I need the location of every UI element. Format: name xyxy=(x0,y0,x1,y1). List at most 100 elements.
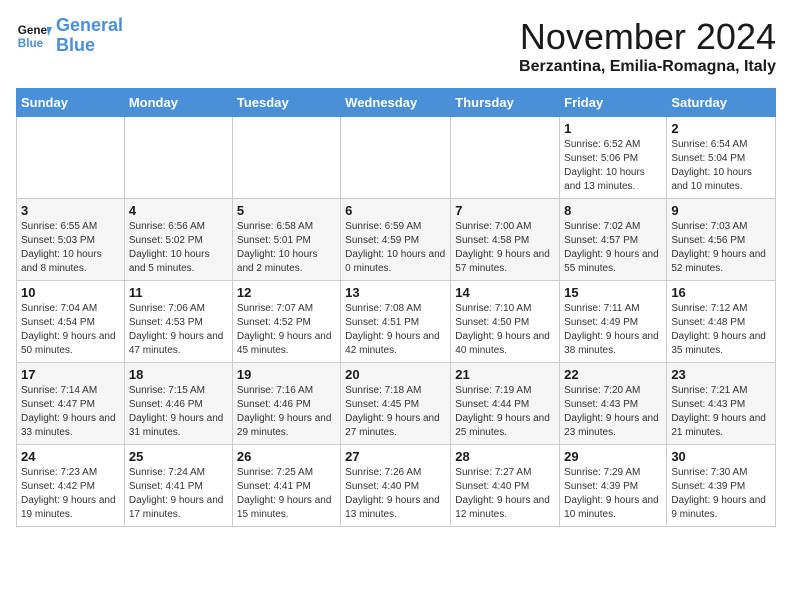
weekday-header-row: SundayMondayTuesdayWednesdayThursdayFrid… xyxy=(17,89,776,117)
calendar-cell: 22 Sunrise: 7:20 AM Sunset: 4:43 PM Dayli… xyxy=(560,363,667,445)
logo-icon: General Blue xyxy=(16,18,52,54)
day-number: 8 xyxy=(564,203,662,218)
day-info: Sunrise: 7:15 AM Sunset: 4:46 PM Dayligh… xyxy=(129,384,228,440)
day-info: Sunrise: 7:19 AM Sunset: 4:44 PM Dayligh… xyxy=(455,384,555,440)
day-number: 28 xyxy=(455,449,555,464)
weekday-header-thursday: Thursday xyxy=(451,89,560,117)
day-info: Sunrise: 7:20 AM Sunset: 4:43 PM Dayligh… xyxy=(564,384,662,440)
weekday-header-tuesday: Tuesday xyxy=(232,89,340,117)
day-info: Sunrise: 7:06 AM Sunset: 4:53 PM Dayligh… xyxy=(129,302,228,358)
day-number: 21 xyxy=(455,367,555,382)
calendar-cell xyxy=(341,117,451,199)
day-info: Sunrise: 7:24 AM Sunset: 4:41 PM Dayligh… xyxy=(129,466,228,522)
day-info: Sunrise: 7:10 AM Sunset: 4:50 PM Dayligh… xyxy=(455,302,555,358)
calendar-cell: 5 Sunrise: 6:58 AM Sunset: 5:01 PM Daylig… xyxy=(232,199,340,281)
calendar-cell: 16 Sunrise: 7:12 AM Sunset: 4:48 PM Dayli… xyxy=(667,281,776,363)
svg-text:Blue: Blue xyxy=(18,37,44,50)
calendar-cell: 8 Sunrise: 7:02 AM Sunset: 4:57 PM Daylig… xyxy=(560,199,667,281)
day-number: 10 xyxy=(21,285,120,300)
day-info: Sunrise: 7:00 AM Sunset: 4:58 PM Dayligh… xyxy=(455,220,555,276)
week-row-2: 3 Sunrise: 6:55 AM Sunset: 5:03 PM Daylig… xyxy=(17,199,776,281)
title-block: November 2024 Berzantina, Emilia-Romagna… xyxy=(519,16,776,76)
day-info: Sunrise: 7:27 AM Sunset: 4:40 PM Dayligh… xyxy=(455,466,555,522)
day-info: Sunrise: 7:21 AM Sunset: 4:43 PM Dayligh… xyxy=(671,384,771,440)
week-row-1: 1 Sunrise: 6:52 AM Sunset: 5:06 PM Daylig… xyxy=(17,117,776,199)
day-info: Sunrise: 7:03 AM Sunset: 4:56 PM Dayligh… xyxy=(671,220,771,276)
calendar-cell: 18Sunrise: 7:15 AM Sunset: 4:46 PM Dayli… xyxy=(124,363,232,445)
day-number: 5 xyxy=(237,203,336,218)
day-number: 26 xyxy=(237,449,336,464)
logo: General Blue General Blue xyxy=(16,16,123,56)
day-number: 29 xyxy=(564,449,662,464)
day-info: Sunrise: 7:23 AM Sunset: 4:42 PM Dayligh… xyxy=(21,466,120,522)
weekday-header-monday: Monday xyxy=(124,89,232,117)
calendar-cell: 17Sunrise: 7:14 AM Sunset: 4:47 PM Dayli… xyxy=(17,363,125,445)
day-number: 4 xyxy=(129,203,228,218)
day-info: Sunrise: 7:29 AM Sunset: 4:39 PM Dayligh… xyxy=(564,466,662,522)
day-number: 20 xyxy=(345,367,446,382)
day-info: Sunrise: 7:11 AM Sunset: 4:49 PM Dayligh… xyxy=(564,302,662,358)
calendar-cell: 27 Sunrise: 7:26 AM Sunset: 4:40 PM Dayli… xyxy=(341,445,451,527)
day-number: 24 xyxy=(21,449,120,464)
logo-general: General xyxy=(56,15,123,35)
day-info: Sunrise: 6:55 AM Sunset: 5:03 PM Dayligh… xyxy=(21,220,120,276)
day-info: Sunrise: 7:26 AM Sunset: 4:40 PM Dayligh… xyxy=(345,466,446,522)
calendar-cell: 12Sunrise: 7:07 AM Sunset: 4:52 PM Dayli… xyxy=(232,281,340,363)
calendar-cell: 28 Sunrise: 7:27 AM Sunset: 4:40 PM Dayli… xyxy=(451,445,560,527)
calendar-cell: 26 Sunrise: 7:25 AM Sunset: 4:41 PM Dayli… xyxy=(232,445,340,527)
logo-blue: Blue xyxy=(56,35,95,55)
day-number: 3 xyxy=(21,203,120,218)
day-info: Sunrise: 6:52 AM Sunset: 5:06 PM Dayligh… xyxy=(564,138,662,194)
calendar-cell xyxy=(451,117,560,199)
calendar-cell: 11 Sunrise: 7:06 AM Sunset: 4:53 PM Dayli… xyxy=(124,281,232,363)
calendar-cell: 19Sunrise: 7:16 AM Sunset: 4:46 PM Dayli… xyxy=(232,363,340,445)
header: General Blue General Blue November 2024 … xyxy=(16,16,776,76)
page: General Blue General Blue November 2024 … xyxy=(0,0,792,543)
calendar-cell: 1 Sunrise: 6:52 AM Sunset: 5:06 PM Daylig… xyxy=(560,117,667,199)
day-number: 13 xyxy=(345,285,446,300)
weekday-header-wednesday: Wednesday xyxy=(341,89,451,117)
day-number: 15 xyxy=(564,285,662,300)
day-number: 7 xyxy=(455,203,555,218)
day-info: Sunrise: 6:58 AM Sunset: 5:01 PM Dayligh… xyxy=(237,220,336,276)
day-number: 30 xyxy=(671,449,771,464)
day-info: Sunrise: 7:02 AM Sunset: 4:57 PM Dayligh… xyxy=(564,220,662,276)
calendar-cell: 4 Sunrise: 6:56 AM Sunset: 5:02 PM Daylig… xyxy=(124,199,232,281)
day-info: Sunrise: 7:08 AM Sunset: 4:51 PM Dayligh… xyxy=(345,302,446,358)
day-info: Sunrise: 7:25 AM Sunset: 4:41 PM Dayligh… xyxy=(237,466,336,522)
day-number: 6 xyxy=(345,203,446,218)
svg-text:General: General xyxy=(18,24,52,37)
calendar-cell xyxy=(232,117,340,199)
day-number: 23 xyxy=(671,367,771,382)
calendar-cell xyxy=(124,117,232,199)
day-number: 14 xyxy=(455,285,555,300)
day-number: 19 xyxy=(237,367,336,382)
calendar-cell: 25Sunrise: 7:24 AM Sunset: 4:41 PM Dayli… xyxy=(124,445,232,527)
day-info: Sunrise: 6:54 AM Sunset: 5:04 PM Dayligh… xyxy=(671,138,771,194)
month-title: November 2024 xyxy=(519,16,776,58)
day-info: Sunrise: 7:14 AM Sunset: 4:47 PM Dayligh… xyxy=(21,384,120,440)
day-number: 11 xyxy=(129,285,228,300)
calendar-cell: 9Sunrise: 7:03 AM Sunset: 4:56 PM Daylig… xyxy=(667,199,776,281)
day-info: Sunrise: 6:56 AM Sunset: 5:02 PM Dayligh… xyxy=(129,220,228,276)
calendar-cell: 3 Sunrise: 6:55 AM Sunset: 5:03 PM Daylig… xyxy=(17,199,125,281)
day-info: Sunrise: 7:07 AM Sunset: 4:52 PM Dayligh… xyxy=(237,302,336,358)
calendar-cell: 13 Sunrise: 7:08 AM Sunset: 4:51 PM Dayli… xyxy=(341,281,451,363)
calendar-cell: 24 Sunrise: 7:23 AM Sunset: 4:42 PM Dayli… xyxy=(17,445,125,527)
calendar-cell: 6Sunrise: 6:59 AM Sunset: 4:59 PM Daylig… xyxy=(341,199,451,281)
weekday-header-saturday: Saturday xyxy=(667,89,776,117)
calendar-cell xyxy=(17,117,125,199)
day-number: 22 xyxy=(564,367,662,382)
day-info: Sunrise: 7:12 AM Sunset: 4:48 PM Dayligh… xyxy=(671,302,771,358)
calendar-cell: 14 Sunrise: 7:10 AM Sunset: 4:50 PM Dayli… xyxy=(451,281,560,363)
calendar-cell: 30Sunrise: 7:30 AM Sunset: 4:39 PM Dayli… xyxy=(667,445,776,527)
calendar-cell: 7 Sunrise: 7:00 AM Sunset: 4:58 PM Daylig… xyxy=(451,199,560,281)
logo-text: General Blue xyxy=(56,16,123,56)
day-number: 16 xyxy=(671,285,771,300)
calendar-cell: 23 Sunrise: 7:21 AM Sunset: 4:43 PM Dayli… xyxy=(667,363,776,445)
location: Berzantina, Emilia-Romagna, Italy xyxy=(519,58,776,76)
calendar-cell: 2 Sunrise: 6:54 AM Sunset: 5:04 PM Daylig… xyxy=(667,117,776,199)
day-number: 1 xyxy=(564,121,662,136)
day-number: 2 xyxy=(671,121,771,136)
day-number: 27 xyxy=(345,449,446,464)
